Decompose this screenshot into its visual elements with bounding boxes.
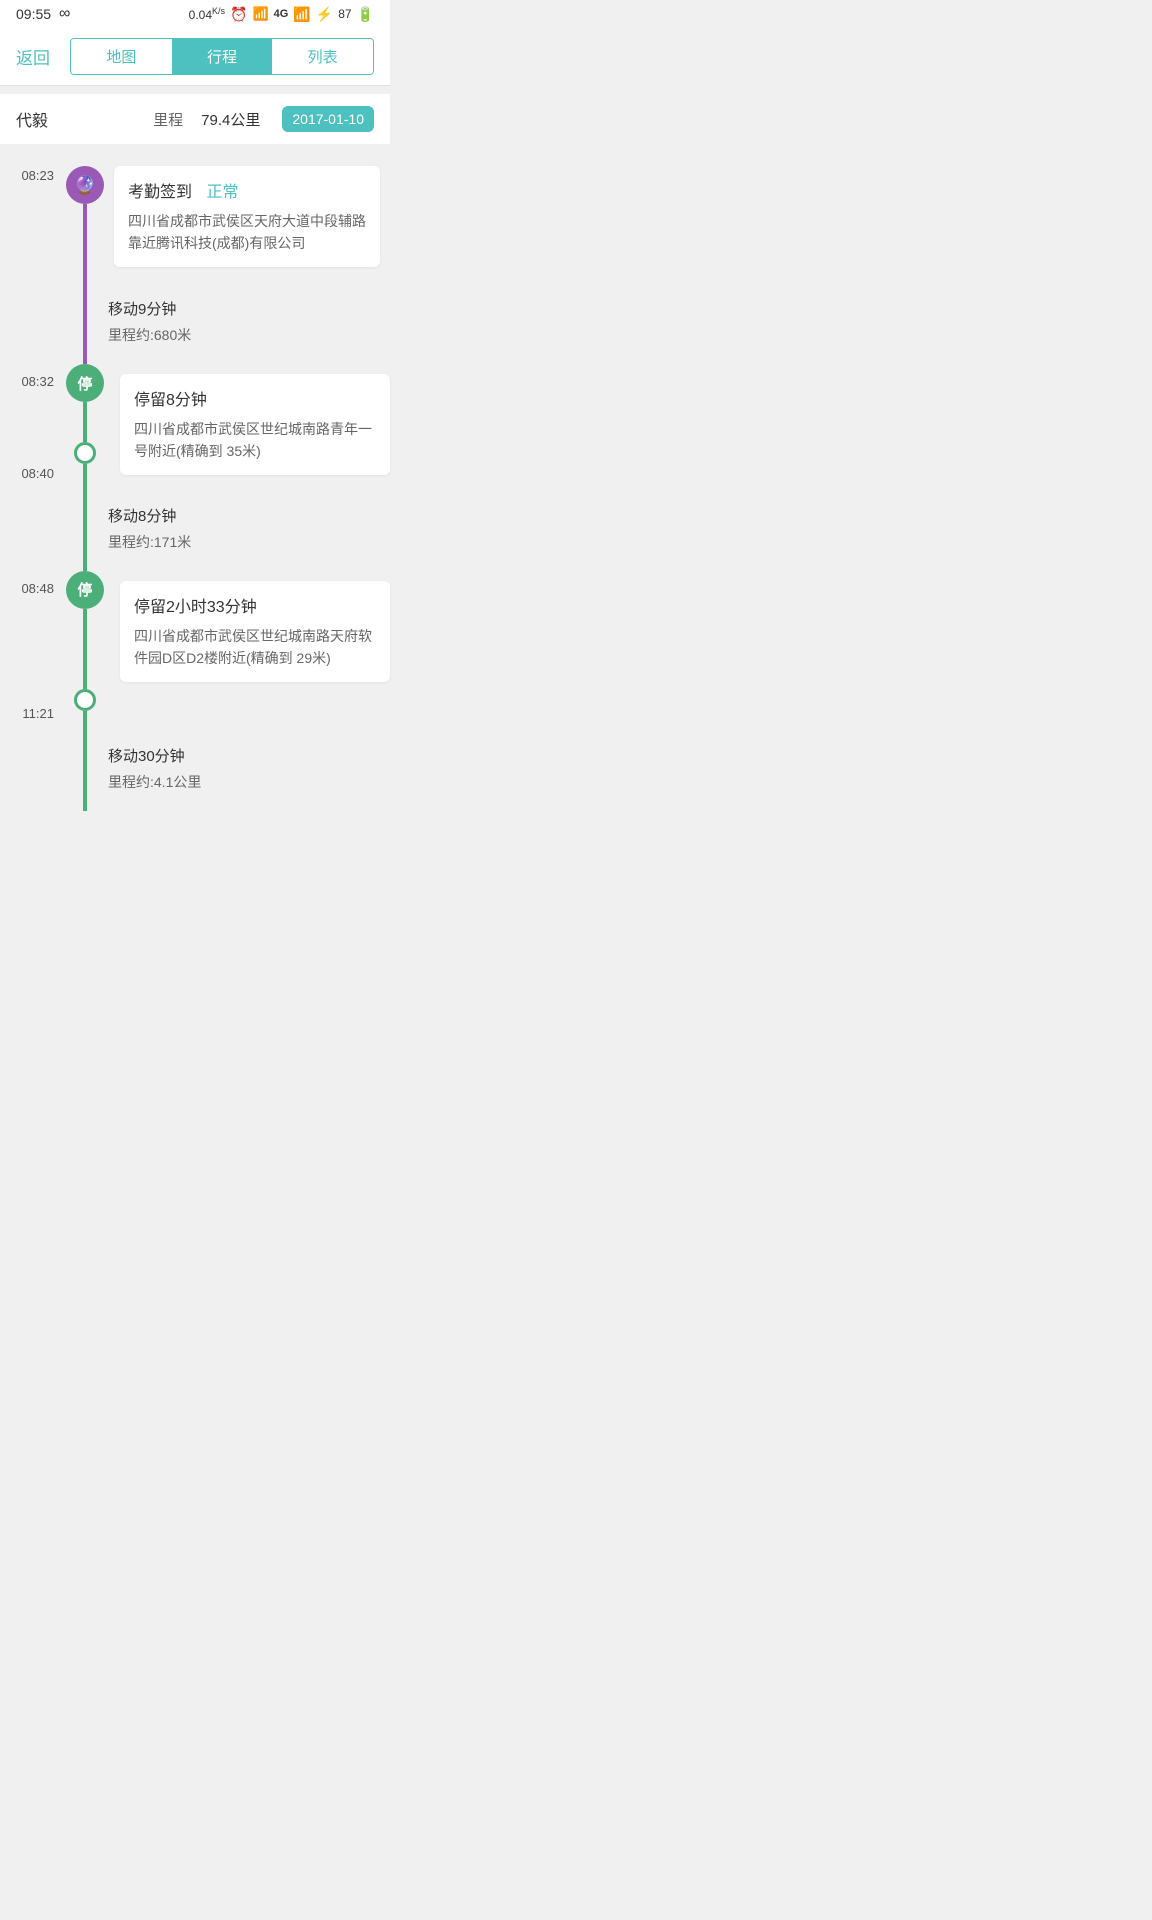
spacer-stop-1b <box>83 464 87 491</box>
tab-group: 地图 行程 列表 <box>70 38 374 75</box>
battery-display: 87 <box>338 7 351 21</box>
line-after-checkin <box>83 204 87 284</box>
timeline: 08:23 🔮 考勤签到 正常 四川省成都市武侯区天府大道中段辅路靠近腾讯科技(… <box>0 152 390 841</box>
infinity-icon: ∞ <box>59 5 70 23</box>
status-time: 09:55 <box>16 6 51 22</box>
spacer-stop-1 <box>83 402 87 442</box>
move-distance-1: 里程约:680米 <box>108 325 380 345</box>
clock-icon: ⏰ <box>230 6 247 23</box>
speed-display: 0.04K/s <box>189 6 225 22</box>
node-stop-2-end <box>74 689 96 711</box>
movement-1: 移动9分钟 里程约:680米 <box>0 284 390 364</box>
stop-1: 08:32 08:40 停 停留8分钟 四川省成都市武侯区世纪城南路青年一号附近… <box>0 364 390 491</box>
card-title-checkin: 考勤签到 正常 <box>128 178 366 202</box>
card-address-checkin: 四川省成都市武侯区天府大道中段辅路靠近腾讯科技(成都)有限公司 <box>128 210 366 255</box>
signal-icon: 4G <box>274 8 289 20</box>
back-button[interactable]: 返回 <box>16 44 50 69</box>
move-content-1: 移动9分钟 里程约:680米 <box>108 284 390 359</box>
timeline-event-checkin: 08:23 🔮 考勤签到 正常 四川省成都市武侯区天府大道中段辅路靠近腾讯科技(… <box>0 152 390 284</box>
stop-2-line-col: 停 <box>62 571 108 731</box>
movement-3: 移动30分钟 里程约:4.1公里 <box>0 731 390 811</box>
status-normal: 正常 <box>206 184 238 201</box>
card-address-stop-1: 四川省成都市武侯区世纪城南路青年一号附近(精确到 35米) <box>134 418 376 463</box>
status-right: 0.04K/s ⏰ 📶 4G 📶 ⚡ 87 🔋 <box>189 6 374 23</box>
status-bar: 09:55 ∞ 0.04K/s ⏰ 📶 4G 📶 ⚡ 87 🔋 <box>0 0 390 28</box>
lightning-icon: ⚡ <box>316 6 333 23</box>
stop-1-time-top: 08:32 <box>21 364 54 389</box>
move-distance-2: 里程约:171米 <box>108 532 380 552</box>
spacer-stop-2 <box>83 609 87 689</box>
move-content-2: 移动8分钟 里程约:171米 <box>108 491 390 566</box>
stop-1-line-col: 停 <box>62 364 108 491</box>
stop-1-card-col: 停留8分钟 四川省成都市武侯区世纪城南路青年一号附近(精确到 35米) <box>108 364 390 491</box>
stop-2: 08:48 11:21 停 停留2小时33分钟 四川省成都市武侯区世纪城南路天府… <box>0 571 390 731</box>
card-title-stop-1: 停留8分钟 <box>134 386 376 410</box>
stop-1-icon: 停 <box>77 373 92 394</box>
stop-2-times: 08:48 11:21 <box>0 571 62 731</box>
mileage-label: 里程 <box>153 109 183 130</box>
node-stop-2: 停 <box>66 571 104 609</box>
date-badge: 2017-01-10 <box>282 106 374 132</box>
card-stop-1: 停留8分钟 四川省成都市武侯区世纪城南路青年一号附近(精确到 35米) <box>120 374 390 475</box>
driver-name: 代毅 <box>16 107 48 131</box>
move-content-3: 移动30分钟 里程约:4.1公里 <box>108 731 390 806</box>
wifi-icon: 📶 <box>252 6 268 22</box>
stop-1-times: 08:32 08:40 <box>0 364 62 491</box>
tab-list[interactable]: 列表 <box>272 39 373 74</box>
nav-bar: 返回 地图 行程 列表 <box>0 28 390 86</box>
info-row: 代毅 里程 79.4公里 2017-01-10 <box>0 94 390 144</box>
move-distance-3: 里程约:4.1公里 <box>108 772 380 792</box>
node-stop-1: 停 <box>66 364 104 402</box>
move-duration-2: 移动8分钟 <box>108 505 380 526</box>
move-line-col-2 <box>62 491 108 571</box>
node-stop-1-end <box>74 442 96 464</box>
fingerprint-icon: 🔮 <box>74 175 96 196</box>
node-checkin: 🔮 <box>66 166 104 204</box>
move-duration-1: 移动9分钟 <box>108 298 380 319</box>
stop-2-icon: 停 <box>77 579 92 600</box>
time-0823: 08:23 <box>0 166 62 183</box>
stop-1-time-bottom: 08:40 <box>21 466 54 491</box>
stop-2-time-bottom: 11:21 <box>22 706 54 731</box>
move-duration-3: 移动30分钟 <box>108 745 380 766</box>
card-address-stop-2: 四川省成都市武侯区世纪城南路天府软件园D区D2楼附近(精确到 29米) <box>134 625 376 670</box>
stop-2-time-top: 08:48 <box>21 571 54 596</box>
move-line-col-1 <box>62 284 108 364</box>
move-vert-3 <box>83 731 87 811</box>
tab-trip[interactable]: 行程 <box>172 39 273 74</box>
battery-icon: 🔋 <box>357 6 374 23</box>
spacer-stop-2b <box>83 711 87 731</box>
card-stop-2: 停留2小时33分钟 四川省成都市武侯区世纪城南路天府软件园D区D2楼附近(精确到… <box>120 581 390 682</box>
card-title-stop-2: 停留2小时33分钟 <box>134 593 376 617</box>
tab-map[interactable]: 地图 <box>71 39 172 74</box>
move-line-col-3 <box>62 731 108 811</box>
card-checkin: 考勤签到 正常 四川省成都市武侯区天府大道中段辅路靠近腾讯科技(成都)有限公司 <box>114 166 380 267</box>
move-vert-2 <box>83 491 87 571</box>
line-col-0: 🔮 <box>62 166 108 284</box>
stop-2-card-col: 停留2小时33分钟 四川省成都市武侯区世纪城南路天府软件园D区D2楼附近(精确到… <box>108 571 390 731</box>
movement-2: 移动8分钟 里程约:171米 <box>0 491 390 571</box>
mileage-value: 79.4公里 <box>201 109 260 130</box>
move-vert-1 <box>83 284 87 364</box>
signal-bars-icon: 📶 <box>293 6 310 23</box>
